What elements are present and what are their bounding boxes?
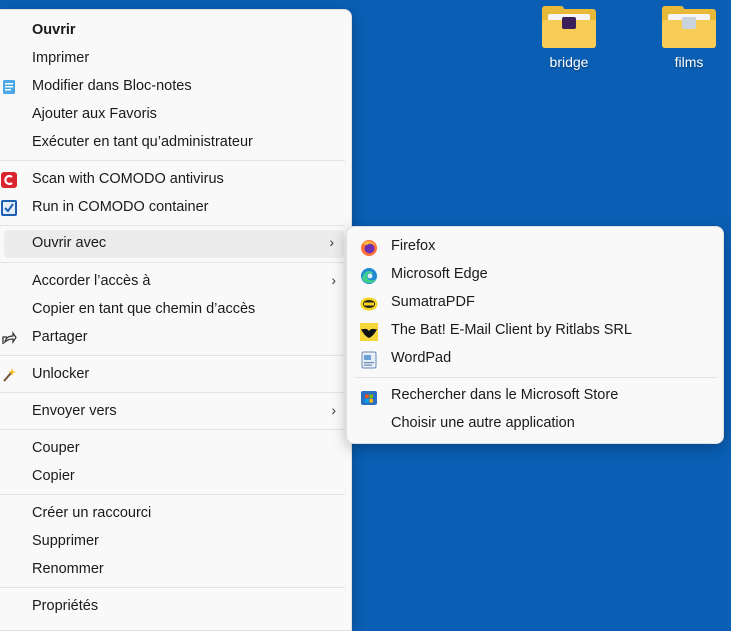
notepad-icon [3, 80, 15, 94]
submenu-item-firefox[interactable]: Firefox [347, 233, 723, 261]
submenu-item-edge[interactable]: Microsoft Edge [347, 261, 723, 289]
menu-item-label: Créer un raccourci [32, 505, 152, 521]
menu-item-accorder-acces[interactable]: Accorder l’accès à › [0, 268, 350, 296]
submenu-item-label: Firefox [391, 238, 436, 254]
microsoft-store-icon [361, 391, 377, 405]
menu-item-label: Scan with COMODO antivirus [32, 171, 224, 187]
comodo-container-icon [1, 200, 17, 216]
menu-item-ouvrir[interactable]: Ouvrir [0, 17, 350, 45]
menu-item-label: Exécuter en tant qu’administrateur [32, 134, 253, 150]
sumatrapdf-icon [360, 297, 378, 311]
menu-item-label: Copier [32, 468, 75, 484]
menu-item-label: Renommer [32, 561, 104, 577]
chevron-right-icon: › [331, 402, 336, 418]
desktop-icon-label: bridge [549, 54, 589, 70]
edge-icon [361, 268, 377, 284]
menu-divider [0, 262, 345, 263]
menu-item-label: Ouvrir [32, 22, 76, 38]
open-with-submenu: Firefox Microsoft Edge SumatraPDF The Ba… [346, 226, 724, 444]
menu-item-comodo-scan[interactable]: Scan with COMODO antivirus [0, 166, 350, 194]
menu-item-renommer[interactable]: Renommer [0, 556, 350, 584]
the-bat-icon [360, 323, 378, 341]
menu-item-couper[interactable]: Couper [0, 435, 350, 463]
wordpad-icon [361, 351, 377, 369]
menu-item-label: Run in COMODO container [32, 199, 209, 215]
desktop-folder-bridge[interactable]: bridge [524, 6, 614, 70]
menu-item-label: Propriétés [32, 598, 99, 614]
submenu-item-label: Choisir une autre application [391, 415, 575, 431]
submenu-item-the-bat[interactable]: The Bat! E-Mail Client by Ritlabs SRL [347, 317, 723, 345]
menu-item-label: Accorder l’accès à [32, 273, 151, 289]
menu-item-label: Ajouter aux Favoris [32, 106, 157, 122]
menu-divider [0, 494, 345, 495]
submenu-item-choisir-autre-app[interactable]: Choisir une autre application [347, 410, 723, 438]
submenu-item-label: WordPad [391, 350, 452, 366]
menu-item-comodo-container[interactable]: Run in COMODO container [0, 194, 350, 222]
chevron-right-icon: › [331, 272, 336, 288]
menu-divider [0, 160, 345, 161]
menu-item-modifier-bloc-notes[interactable]: Modifier dans Bloc-notes [0, 73, 350, 101]
menu-item-label: Couper [32, 440, 80, 456]
folder-icon [662, 6, 716, 48]
menu-divider [0, 392, 345, 393]
menu-divider [0, 587, 345, 588]
menu-item-label: Supprimer [32, 533, 99, 549]
menu-item-copier-chemin[interactable]: Copier en tant que chemin d’accès [0, 296, 350, 324]
menu-divider [0, 355, 345, 356]
menu-item-supprimer[interactable]: Supprimer [0, 528, 350, 556]
submenu-item-label: The Bat! E-Mail Client by Ritlabs SRL [391, 322, 632, 338]
share-icon [2, 331, 17, 344]
submenu-item-label: SumatraPDF [391, 294, 475, 310]
desktop-folder-films[interactable]: films [644, 6, 731, 70]
menu-item-imprimer[interactable]: Imprimer [0, 45, 350, 73]
submenu-item-label: Microsoft Edge [391, 266, 488, 282]
submenu-item-wordpad[interactable]: WordPad [347, 345, 723, 373]
submenu-item-microsoft-store[interactable]: Rechercher dans le Microsoft Store [347, 382, 723, 410]
desktop-icon-label: films [674, 54, 704, 70]
menu-item-envoyer-vers[interactable]: Envoyer vers › [0, 398, 350, 426]
chevron-right-icon: › [329, 234, 334, 250]
folder-icon [542, 6, 596, 48]
menu-item-label: Envoyer vers [32, 403, 117, 419]
menu-item-label: Ouvrir avec [32, 235, 107, 251]
unlocker-wand-icon [3, 368, 16, 382]
menu-divider [0, 429, 345, 430]
menu-item-executer-admin[interactable]: Exécuter en tant qu’administrateur [0, 129, 350, 157]
menu-divider [0, 225, 345, 226]
menu-item-copier[interactable]: Copier [0, 463, 350, 491]
menu-item-label: Imprimer [32, 50, 90, 66]
menu-item-unlocker[interactable]: Unlocker [0, 361, 350, 389]
context-menu: Ouvrir Imprimer Modifier dans Bloc-notes… [0, 9, 352, 631]
menu-item-ajouter-favoris[interactable]: Ajouter aux Favoris [0, 101, 350, 129]
submenu-item-label: Rechercher dans le Microsoft Store [391, 387, 619, 403]
menu-item-label: Modifier dans Bloc-notes [32, 78, 192, 94]
menu-item-label: Copier en tant que chemin d’accès [32, 301, 256, 317]
menu-item-partager[interactable]: Partager [0, 324, 350, 352]
comodo-icon [1, 172, 17, 188]
menu-item-label: Unlocker [32, 366, 90, 382]
menu-item-ouvrir-avec[interactable]: Ouvrir avec › [4, 230, 344, 258]
firefox-icon [361, 240, 377, 256]
menu-item-label: Partager [32, 329, 88, 345]
submenu-divider [355, 377, 717, 378]
menu-item-creer-raccourci[interactable]: Créer un raccourci [0, 500, 350, 528]
submenu-item-sumatrapdf[interactable]: SumatraPDF [347, 289, 723, 317]
